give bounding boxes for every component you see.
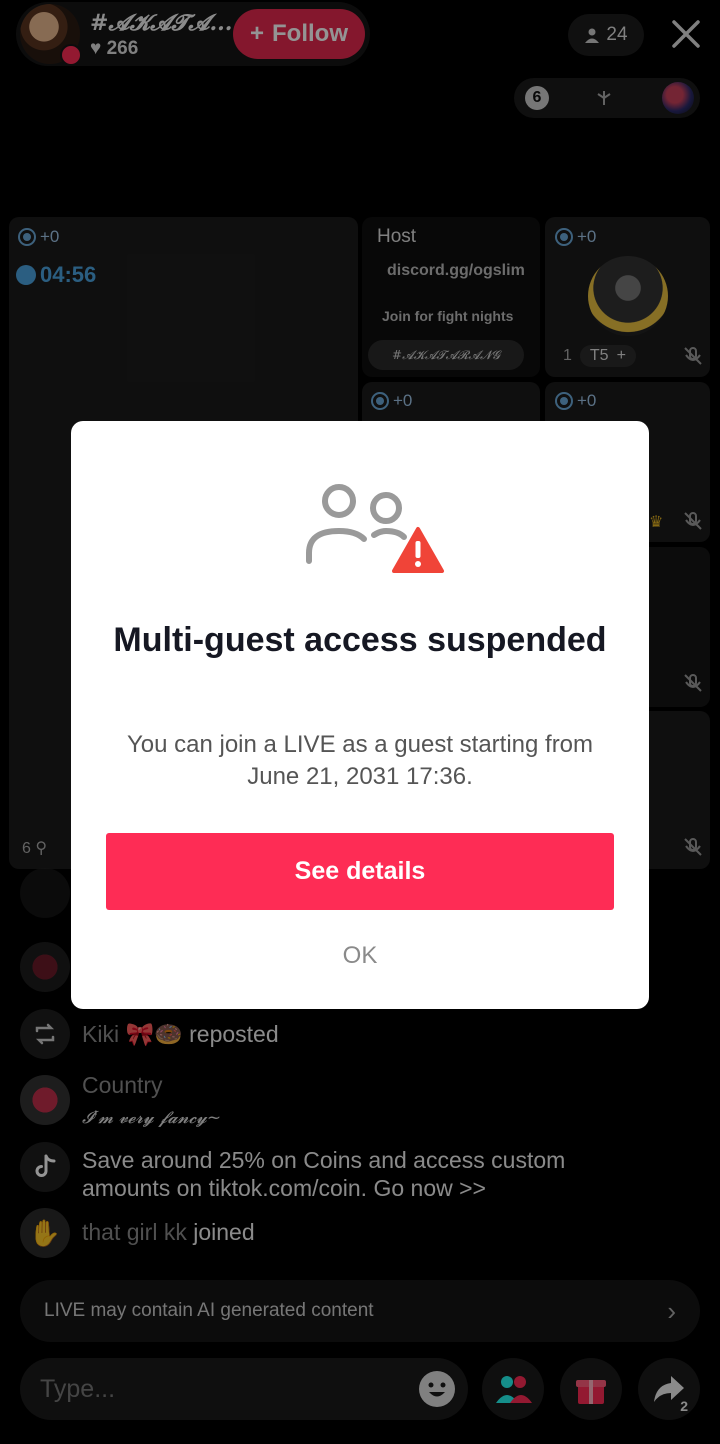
dialog-message: You can join a LIVE as a guest starting … [126,731,594,790]
see-details-button[interactable]: See details [106,833,614,910]
ok-button[interactable]: OK [106,929,614,983]
multi-guest-warning-icon [306,484,444,573]
suspension-dialog: Multi-guest access suspended You can joi… [71,421,649,1009]
dialog-title: Multi-guest access suspended [113,621,607,659]
